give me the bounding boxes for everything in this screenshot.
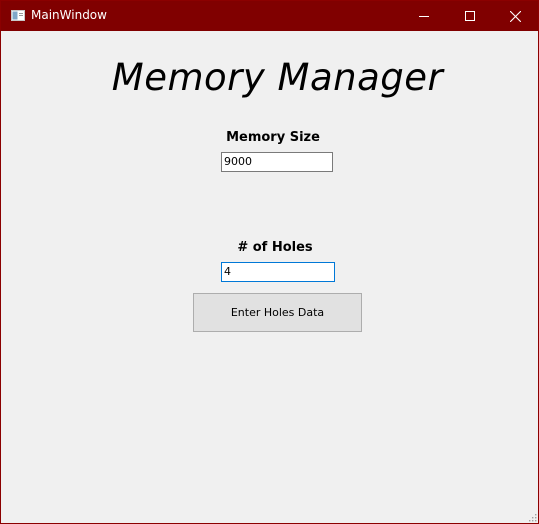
close-icon: [509, 10, 521, 22]
title-bar[interactable]: MainWindow: [1, 1, 538, 31]
memory-size-field[interactable]: 9000: [221, 152, 333, 172]
holes-count-label: # of Holes: [237, 240, 313, 255]
minimize-icon: [419, 16, 429, 17]
minimize-button[interactable]: [401, 1, 447, 31]
maximize-button[interactable]: [447, 1, 493, 31]
maximize-icon: [465, 11, 475, 21]
resize-grip-icon[interactable]: [527, 512, 537, 522]
page-title: Memory Manager: [111, 56, 444, 99]
app-icon: [11, 10, 25, 21]
close-button[interactable]: [492, 1, 538, 31]
enter-holes-data-button[interactable]: Enter Holes Data: [193, 293, 362, 332]
enter-holes-data-label: Enter Holes Data: [230, 306, 325, 319]
window-title: MainWindow: [31, 8, 107, 22]
memory-size-label: Memory Size: [226, 130, 320, 145]
main-window: MainWindow Memory Manager Memory Size 90…: [0, 0, 539, 524]
holes-count-field[interactable]: 4: [221, 262, 335, 282]
